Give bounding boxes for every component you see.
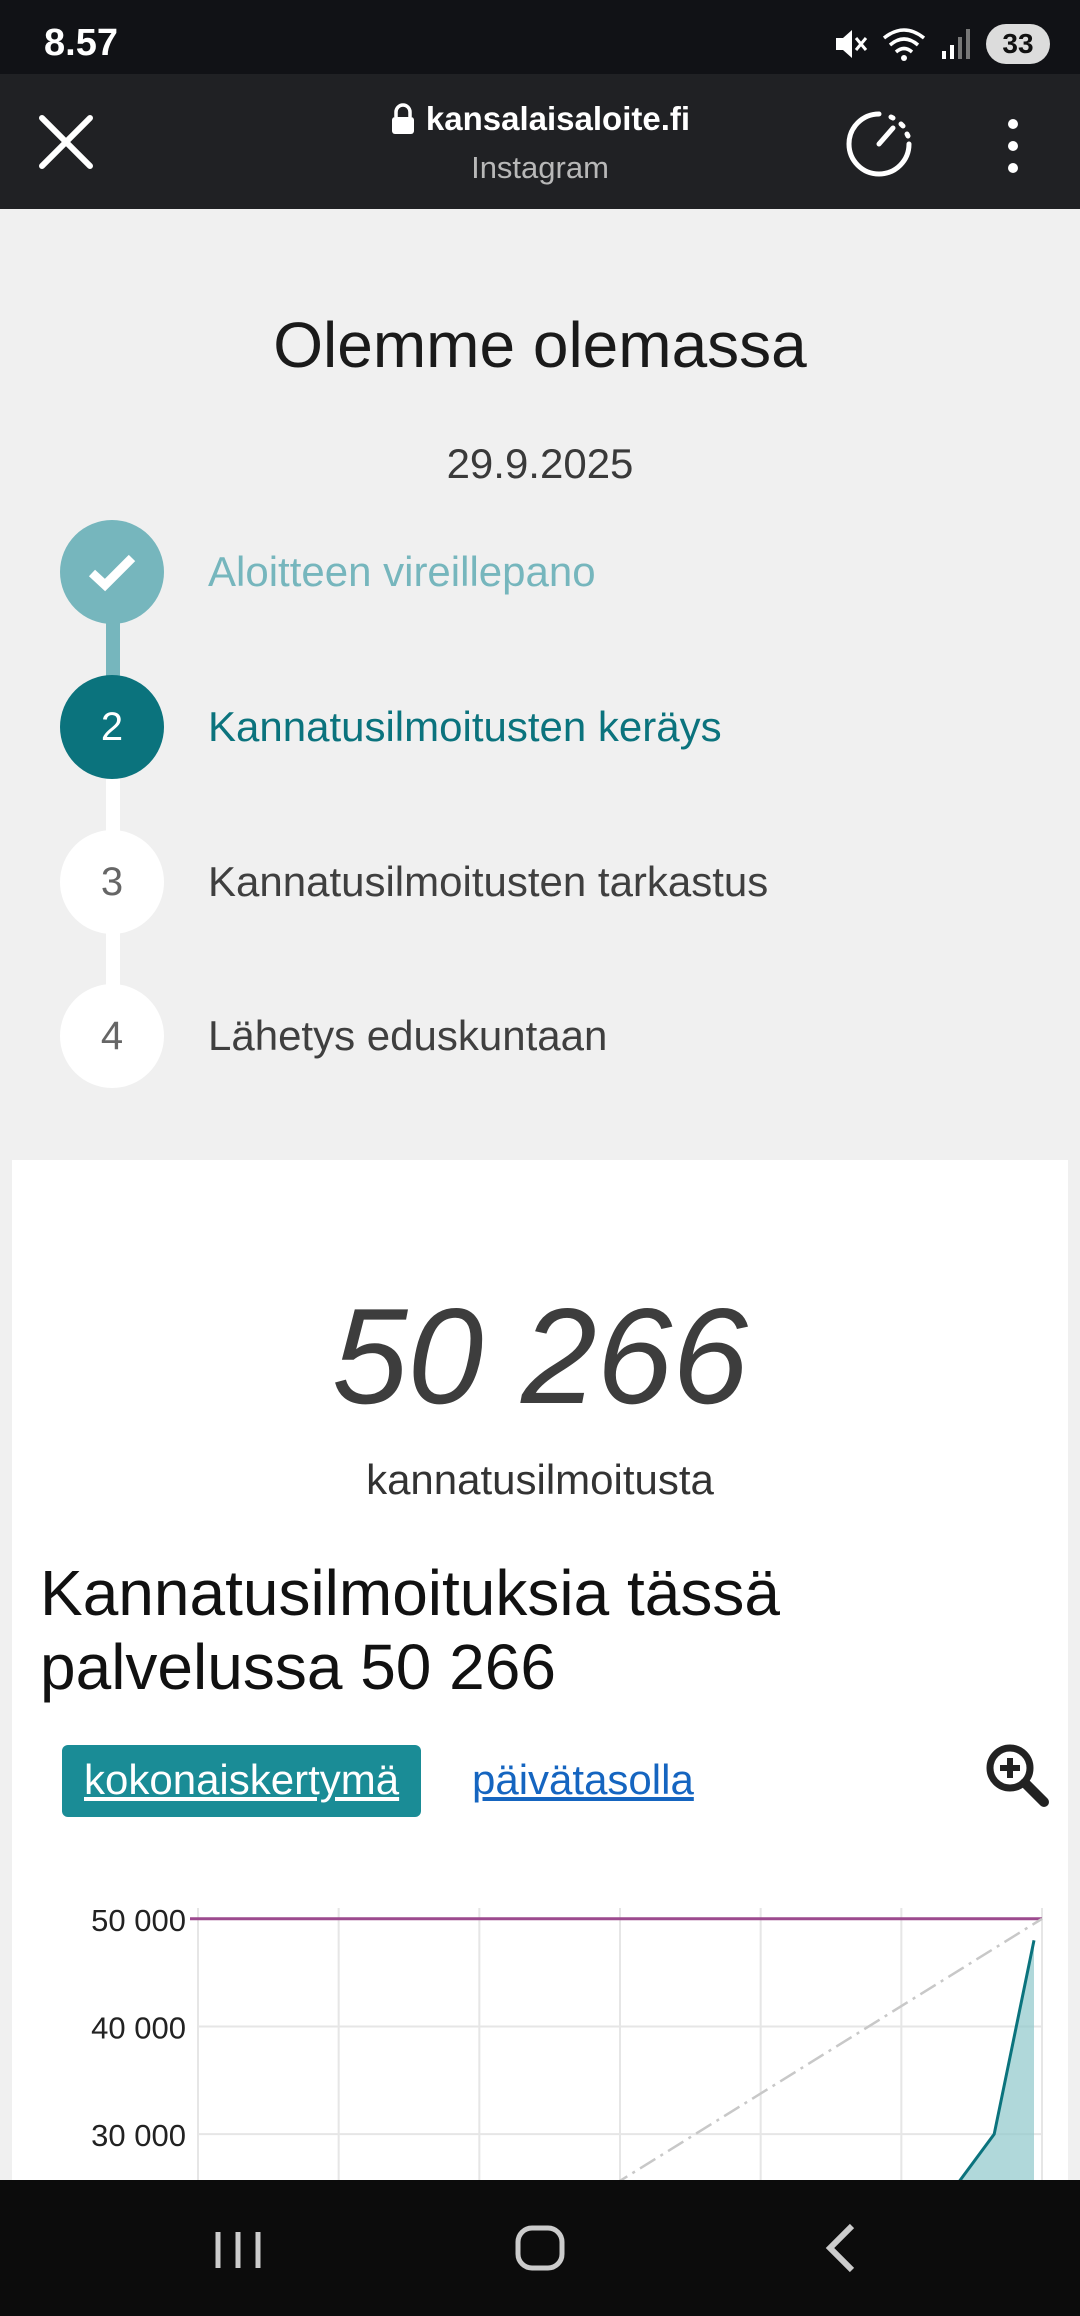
series-area (198, 1940, 1034, 2180)
step-label: Kannatusilmoitusten keräys (208, 703, 722, 750)
reference-line (619, 1917, 1043, 2180)
url-text: kansalaisaloite.fi (425, 100, 691, 137)
support-count: 50 266 (332, 1280, 748, 1432)
tab-daily[interactable]: päivätasolla (472, 1745, 694, 1817)
step-label: Kannatusilmoitusten tarkastus (208, 858, 769, 905)
support-card: 50 266 kannatusilmoitusta Kannatusilmoit… (12, 1160, 1068, 2180)
address-bar[interactable]: kansalaisaloite.fi Instagram (0, 100, 1080, 186)
step-number: 4 (60, 984, 164, 1088)
step-number: 3 (60, 830, 164, 934)
step-4: 4 Lähetys eduskuntaan (60, 984, 1020, 1088)
y-tick-label: 30 000 (91, 2118, 186, 2153)
status-time: 8.57 (44, 22, 118, 64)
y-tick-label: 40 000 (91, 2010, 186, 2045)
series-line (958, 1940, 1036, 2180)
check-icon (60, 520, 164, 624)
tab-cumulative[interactable]: kokonaiskertymä (62, 1745, 422, 1817)
page-title: Olemme olemassa (273, 309, 807, 381)
y-tick-label: 50 000 (91, 1903, 186, 1938)
recent-apps-icon[interactable] (198, 2212, 278, 2284)
browser-toolbar: kansalaisaloite.fi Instagram (0, 74, 1080, 209)
navigation-bar (0, 2180, 1080, 2316)
wifi-icon (882, 28, 926, 61)
signal-icon (942, 29, 970, 59)
section-title: Kannatusilmoituksia tässä palvelussa 50 … (40, 1557, 780, 1703)
mute-icon (836, 30, 868, 58)
zoom-in-icon[interactable] (980, 1738, 1052, 1810)
home-icon[interactable] (500, 2212, 580, 2284)
back-icon[interactable] (802, 2212, 882, 2284)
support-count-label: kannatusilmoitusta (366, 1456, 714, 1503)
status-bar: 8.57 33 (0, 0, 1080, 74)
step-3: 3 Kannatusilmoitusten tarkastus (60, 830, 1020, 934)
step-1: Aloitteen vireillepano (60, 520, 1020, 624)
status-icons: 33 (832, 24, 1050, 64)
battery-icon: 33 (986, 24, 1050, 64)
speedometer-icon[interactable] (843, 108, 915, 180)
support-chart: 50 000 40 000 30 000 (91, 1903, 1043, 2180)
step-label: Aloitteen vireillepano (208, 548, 596, 595)
progress-steps: Aloitteen vireillepano 2 Kannatusilmoitu… (60, 520, 1020, 1090)
step-label: Lähetys eduskuntaan (208, 1012, 608, 1059)
more-vert-icon[interactable] (1000, 118, 1026, 174)
lock-icon (391, 103, 414, 134)
page-date: 29.9.2025 (446, 440, 634, 487)
url-subtitle: Instagram (471, 150, 609, 185)
step-number: 2 (60, 675, 164, 779)
step-2: 2 Kannatusilmoitusten keräys (60, 675, 1020, 779)
